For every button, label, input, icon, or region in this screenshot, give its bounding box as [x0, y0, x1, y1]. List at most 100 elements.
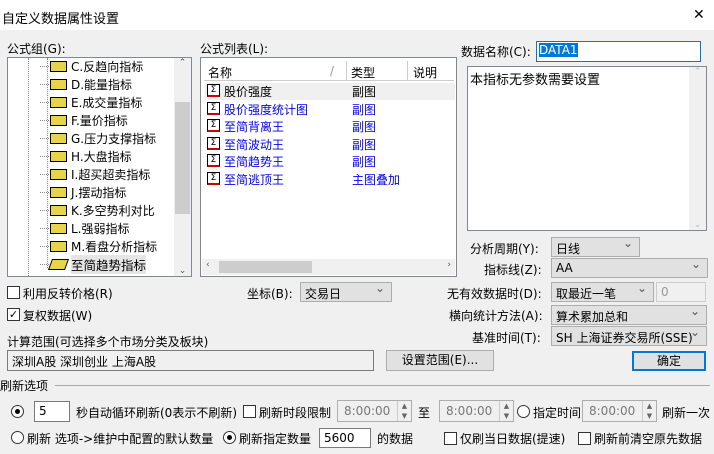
specified-time-spinner[interactable]: 8:00:00 ▲ ▼ — [582, 400, 657, 422]
folder-icon — [50, 222, 67, 234]
tree-item-label: K.多空势利对比 — [71, 203, 155, 218]
tree-item-label: L.强弱指标 — [71, 221, 130, 236]
tree-item[interactable]: D.能量指标 — [40, 75, 132, 93]
count-input[interactable]: 5600 — [319, 428, 371, 448]
period-limit-checkbox[interactable] — [243, 405, 256, 418]
list-hscrollbar[interactable]: ‹ › — [202, 259, 455, 275]
specified-time-radio[interactable] — [517, 405, 530, 418]
no-data-label: 无有效数据时(D): — [447, 287, 542, 301]
folder-icon — [50, 114, 67, 126]
scroll-thumb[interactable] — [175, 102, 190, 214]
table-row[interactable]: Σ 至简趋势王 副图 — [205, 153, 455, 170]
tree-item[interactable]: 至简趋势指标 — [40, 254, 147, 274]
tree-item[interactable]: G.压力支撑指标 — [40, 129, 157, 147]
formula-sigma-icon: Σ — [207, 171, 220, 185]
tree-item[interactable]: K.多空势利对比 — [40, 201, 155, 219]
params-text: 本指标无参数需要设置 — [470, 73, 601, 88]
axis-select[interactable]: 交易日 — [300, 281, 392, 302]
folder-icon — [50, 186, 67, 198]
reverse-price-checkbox[interactable] — [7, 286, 20, 299]
folder-icon — [50, 60, 67, 72]
auto-refresh-radio[interactable] — [11, 405, 24, 418]
tree-item-label: H.大盘指标 — [71, 149, 132, 164]
axis-label: 坐标(B): — [247, 287, 293, 301]
interval-input[interactable]: 5 — [34, 401, 70, 422]
formula-name: 股价强度 — [224, 85, 273, 99]
horizontal-stat-label: 横向统计方法(A): — [449, 309, 543, 323]
column-type[interactable]: 类型 — [351, 64, 375, 81]
from-time-spinner[interactable]: 8:00:00 ▲ ▼ — [337, 400, 412, 422]
base-time-label: 基准时间(T): — [472, 331, 541, 345]
period-label: 分析周期(Y): — [470, 242, 539, 256]
formula-name: 至简趋势王 — [224, 155, 285, 169]
tree-item[interactable]: C.反趋向指标 — [40, 57, 144, 75]
specified-time-label: 指定时间 — [533, 406, 582, 420]
spinner-arrows-icon[interactable]: ▲ ▼ — [499, 401, 513, 421]
reverse-price-label: 利用反转价格(R) — [23, 287, 113, 301]
column-desc[interactable]: 说明 — [413, 64, 437, 81]
count-suffix: 的数据 — [377, 432, 414, 446]
spinner-arrows-icon[interactable]: ▲ ▼ — [397, 401, 411, 421]
to-label: 至 — [418, 406, 431, 420]
default-refresh-label: 刷新 选项->维护中配置的默认数量 — [27, 432, 214, 446]
tree-item[interactable]: E.成交量指标 — [40, 93, 143, 111]
table-row[interactable]: Σ 至简逃顶王 主图叠加 — [205, 171, 455, 188]
tree-item-label: E.成交量指标 — [71, 95, 143, 110]
clear-before-label: 刷新前清空原先数据 — [594, 432, 703, 446]
no-data-select[interactable]: 取最近一笔 — [551, 281, 654, 302]
spinner-arrows-icon[interactable]: ▲ ▼ — [642, 401, 656, 421]
formula-type: 副图 — [352, 85, 377, 99]
formula-type: 副图 — [352, 102, 377, 117]
tree-item-label: I.超买超卖指标 — [71, 167, 151, 182]
clear-before-checkbox[interactable] — [578, 432, 591, 445]
folder-icon — [50, 204, 67, 216]
formula-sigma-icon: Σ — [207, 101, 220, 115]
table-row[interactable]: Σ 至简背离王 副图 — [205, 118, 455, 135]
today-only-checkbox[interactable] — [444, 432, 457, 445]
specified-count-radio[interactable] — [223, 431, 236, 444]
params-scrollbar[interactable]: ⌃ ⌄ — [689, 67, 706, 230]
open-folder-icon — [47, 258, 70, 270]
horizontal-stat-select[interactable]: 算术累加总和 — [551, 304, 707, 325]
formula-group-label: 公式组(G): — [7, 42, 66, 56]
folder-icon — [50, 78, 67, 90]
calc-range-input[interactable]: 深圳A股 深圳创业 上海A股 — [7, 350, 374, 371]
tree-item-label: F.量价指标 — [71, 113, 128, 128]
adjusted-data-checkbox[interactable]: ✓ — [7, 308, 20, 321]
tree-item[interactable]: H.大盘指标 — [40, 147, 132, 165]
divider — [55, 385, 710, 386]
to-time-spinner[interactable]: 8:00:00 ▲ ▼ — [439, 400, 514, 422]
default-refresh-radio[interactable] — [11, 431, 24, 444]
ok-button[interactable]: 确定 — [632, 351, 706, 371]
period-limit-label: 刷新时段限制 — [259, 406, 332, 420]
formula-type: 副图 — [352, 155, 377, 169]
tree-item-label: 至简趋势指标 — [71, 254, 147, 274]
table-row[interactable]: Σ 股价强度统计图 副图 — [205, 101, 455, 118]
indicator-line-select[interactable]: AA — [551, 257, 708, 278]
formula-type: 副图 — [352, 137, 377, 152]
tree-item[interactable]: I.超买超卖指标 — [40, 165, 151, 183]
tree-item[interactable]: M.看盘分析指标 — [40, 237, 157, 255]
scroll-thumb[interactable] — [219, 261, 312, 273]
formula-name: 至简背离王 — [224, 120, 285, 134]
data-name-input[interactable]: DATA1 — [536, 41, 701, 62]
table-row[interactable]: Σ 至简波动王 副图 — [205, 136, 455, 153]
tree-item-label: C.反趋向指标 — [71, 59, 144, 74]
tree-item-label: G.压力支撑指标 — [71, 131, 157, 146]
table-row[interactable]: Σ 股价强度 副图 — [205, 83, 455, 100]
no-data-value-input[interactable]: 0 — [656, 282, 706, 302]
period-select[interactable]: 日线 — [551, 236, 640, 257]
formula-name: 股价强度统计图 — [224, 102, 309, 117]
sort-icon: / — [330, 64, 335, 78]
specified-time-value: 8:00:00 — [589, 404, 636, 418]
close-icon[interactable]: ✕ — [693, 7, 705, 23]
window-title: 自定义数据属性设置 — [2, 12, 120, 27]
column-name[interactable]: 名称 — [208, 64, 232, 81]
tree-scrollbar[interactable]: ⌃ ⌄ — [174, 58, 191, 276]
tree-item[interactable]: L.强弱指标 — [40, 219, 130, 237]
set-range-button[interactable]: 设置范围(E)... — [386, 350, 494, 371]
tree-item[interactable]: F.量价指标 — [40, 111, 128, 129]
tree-item[interactable]: J.摆动指标 — [40, 183, 126, 201]
base-time-select[interactable]: SH 上海证券交易所(SSE) — [551, 325, 707, 346]
refresh-once-label: 刷新一次 — [662, 406, 711, 420]
